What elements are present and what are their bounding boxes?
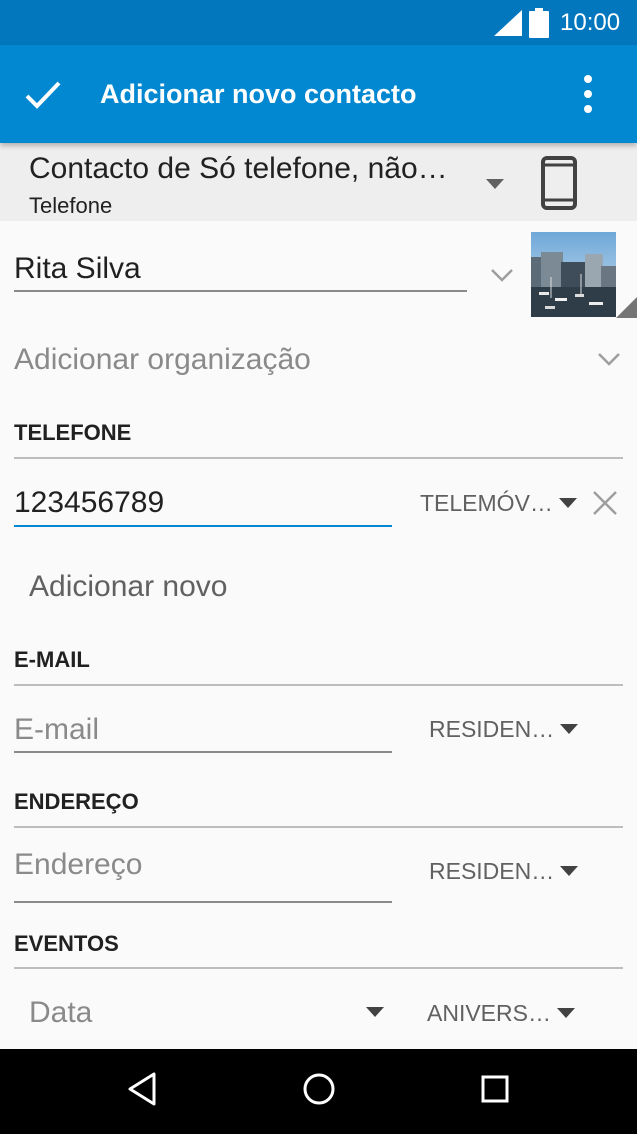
date-dropdown-arrow-icon[interactable]	[366, 1007, 384, 1017]
address-underline	[14, 901, 392, 903]
phone-number-input[interactable]: 123456789	[14, 486, 164, 520]
account-name: Contacto de Só telefone, não…	[29, 152, 448, 185]
name-underline	[14, 290, 467, 292]
expand-name-chevron-icon[interactable]	[490, 268, 514, 282]
phone-section-divider	[14, 457, 623, 459]
back-icon[interactable]	[126, 1071, 158, 1107]
address-section-header: ENDEREÇO	[14, 789, 139, 814]
email-section-divider	[14, 684, 623, 686]
dropdown-arrow-icon	[560, 723, 579, 734]
status-bar: 10:00	[0, 0, 637, 45]
page-title: Adicionar novo contacto	[100, 79, 417, 109]
email-type-label: RESIDEN…	[429, 716, 555, 742]
dropdown-arrow-icon	[556, 1007, 575, 1018]
phone-device-icon	[541, 156, 577, 210]
dropdown-arrow-icon	[486, 179, 504, 189]
event-type-label: ANIVERS…	[427, 1000, 551, 1026]
address-section-divider	[14, 826, 623, 828]
app-bar: Adicionar novo contacto	[0, 45, 637, 143]
status-time: 10:00	[560, 9, 621, 36]
add-new-phone-button[interactable]: Adicionar novo	[29, 570, 227, 604]
address-type-dropdown[interactable]: RESIDEN…	[429, 858, 579, 885]
phone-section-header: TELEFONE	[14, 420, 132, 445]
event-date-field[interactable]: Data	[29, 996, 92, 1030]
home-icon[interactable]	[302, 1071, 336, 1107]
events-section-header: EVENTOS	[14, 931, 119, 956]
account-type: Telefone	[29, 193, 113, 218]
remove-phone-close-icon[interactable]	[592, 490, 618, 516]
dropdown-arrow-icon	[560, 865, 579, 876]
signal-icon	[494, 10, 522, 36]
add-organization-field[interactable]: Adicionar organização	[14, 343, 311, 377]
save-check-icon[interactable]	[24, 79, 62, 111]
event-type-dropdown[interactable]: ANIVERS…	[427, 1000, 575, 1027]
phone-type-dropdown[interactable]: TELEMÓV…	[420, 490, 577, 517]
email-section-header: E-MAIL	[14, 647, 90, 672]
phone-type-label: TELEMÓV…	[420, 490, 553, 516]
system-navigation-bar	[0, 1049, 637, 1134]
expand-organization-chevron-icon[interactable]	[597, 352, 621, 366]
more-options-icon[interactable]	[574, 73, 602, 115]
email-input[interactable]: E-mail	[14, 713, 99, 747]
recents-icon[interactable]	[480, 1071, 510, 1107]
dropdown-arrow-icon	[558, 497, 577, 508]
name-input[interactable]: Rita Silva	[14, 252, 141, 286]
harbor-photo-image	[531, 232, 616, 317]
events-section-divider	[14, 967, 623, 969]
phone-number-underline	[14, 525, 392, 527]
contact-photo[interactable]	[531, 232, 616, 317]
address-input[interactable]: Endereço	[14, 848, 142, 882]
photo-corner-indicator	[616, 297, 637, 318]
address-type-label: RESIDEN…	[429, 858, 555, 884]
email-type-dropdown[interactable]: RESIDEN…	[429, 716, 579, 743]
battery-icon	[529, 8, 549, 38]
email-underline	[14, 751, 392, 753]
